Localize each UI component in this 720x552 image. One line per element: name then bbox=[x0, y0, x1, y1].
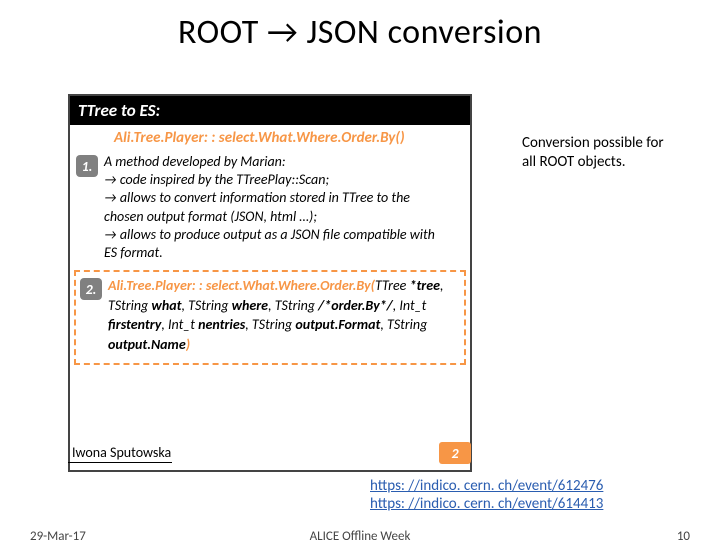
footer-page: 10 bbox=[677, 529, 690, 544]
step-2-box: 2. Ali.Tree.Player: : select.What.Where.… bbox=[74, 270, 466, 364]
footer: 29-Mar-17 ALICE Offline Week 10 bbox=[0, 529, 720, 544]
s2-c3: , TString bbox=[268, 297, 318, 314]
links-block: https: //indico. cern. ch/event/612476 h… bbox=[370, 477, 603, 513]
step1-l5: → allows to produce output as a JSON fil… bbox=[104, 226, 435, 244]
step1-l4: chosen output format (JSON, html …); bbox=[104, 208, 435, 226]
s2-l3a: firstentry bbox=[108, 316, 161, 333]
step2-text: Ali.Tree.Player: : select.What.Where.Ord… bbox=[108, 276, 444, 354]
corner-badge: 2 bbox=[439, 442, 471, 464]
s2-c2: , TString bbox=[181, 297, 231, 314]
page-title: ROOT → JSON conversion bbox=[0, 12, 720, 53]
s2-l2d: /*order.By*/ bbox=[318, 297, 393, 314]
box-header: TTree to ES: bbox=[70, 96, 470, 125]
s2-t1: TTree bbox=[375, 277, 410, 294]
s2-l2a: TString bbox=[108, 297, 151, 314]
box-subheader: Ali.Tree.Player: : select.What.Where.Ord… bbox=[70, 125, 470, 151]
s2-t1b: *tree bbox=[409, 277, 440, 294]
step1-l2: → code inspired by the TTreePlay::Scan; bbox=[104, 171, 435, 189]
step1-l6: ES format. bbox=[104, 244, 435, 262]
step2-lead: Ali.Tree.Player: : select.What.Where.Ord… bbox=[108, 277, 375, 294]
step1-text: A method developed by Marian: → code ins… bbox=[104, 153, 435, 262]
s2-l3b: nentries bbox=[198, 316, 245, 333]
s2-c6: , TString bbox=[245, 316, 295, 333]
s2-c1: , bbox=[440, 277, 444, 294]
link-1[interactable]: https: //indico. cern. ch/event/612476 bbox=[370, 477, 603, 495]
s2-l2c: where bbox=[232, 297, 269, 314]
footer-mid: ALICE Offline Week bbox=[310, 529, 411, 544]
step-1: 1. A method developed by Marian: → code … bbox=[70, 151, 470, 264]
attribution: Iwona Sputowska bbox=[72, 444, 171, 461]
s2-c7: , TString bbox=[380, 316, 427, 333]
side-note: Conversion possible for all ROOT objects… bbox=[522, 134, 702, 172]
content-box: TTree to ES: Ali.Tree.Player: : select.W… bbox=[68, 94, 472, 472]
s2-close: ) bbox=[186, 336, 190, 353]
s2-l4a: output.Name bbox=[108, 336, 186, 353]
s2-c4: , Int_t bbox=[393, 297, 427, 314]
step2-badge: 2. bbox=[80, 278, 102, 300]
s2-l2b: what bbox=[151, 297, 181, 314]
note-l1: Conversion possible for bbox=[522, 134, 664, 152]
link-2[interactable]: https: //indico. cern. ch/event/614413 bbox=[370, 495, 603, 513]
s2-c5: , Int_t bbox=[161, 316, 198, 333]
footer-date: 29-Mar-17 bbox=[30, 529, 86, 544]
s2-l3c: output.Format bbox=[295, 316, 380, 333]
step1-l3: → allows to convert information stored i… bbox=[104, 189, 435, 207]
note-l2: all ROOT objects. bbox=[522, 153, 625, 171]
step1-l1: A method developed by Marian: bbox=[104, 153, 435, 171]
attribution-underline bbox=[68, 462, 172, 463]
step1-badge: 1. bbox=[76, 155, 98, 177]
